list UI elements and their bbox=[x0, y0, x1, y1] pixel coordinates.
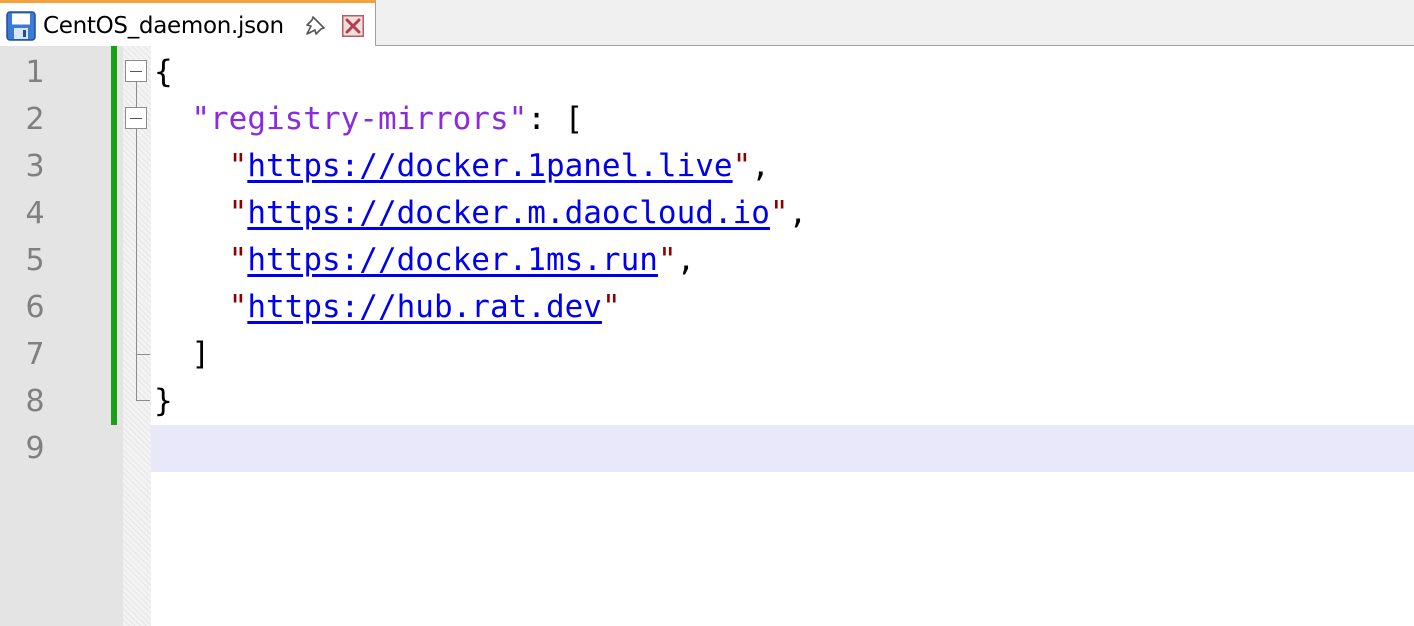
line-number: 1 bbox=[25, 55, 45, 90]
line-number: 8 bbox=[25, 384, 45, 419]
fold-end-marker bbox=[136, 354, 150, 355]
close-icon[interactable] bbox=[342, 15, 364, 37]
url-link[interactable]: https://hub.rat.dev bbox=[247, 289, 602, 325]
fold-margin[interactable] bbox=[123, 46, 151, 626]
code-line-6: "https://hub.rat.dev" bbox=[154, 284, 621, 331]
key-separator: : [ bbox=[527, 101, 584, 137]
current-line-highlight bbox=[151, 425, 1414, 472]
code-area[interactable]: { "registry-mirrors": [ "https://docker.… bbox=[151, 46, 1414, 626]
close-brace: } bbox=[154, 383, 173, 419]
fold-toggle-line-1[interactable] bbox=[125, 60, 147, 82]
fold-end-marker bbox=[136, 400, 150, 401]
quote-mark: " bbox=[769, 195, 789, 231]
code-line-4: "https://docker.m.daocloud.io", bbox=[154, 190, 808, 237]
tab-title: CentOS_daemon.json bbox=[43, 13, 284, 39]
code-line-5: "https://docker.1ms.run", bbox=[154, 237, 696, 284]
quote-mark: " bbox=[601, 289, 621, 325]
json-key: "registry-mirrors" bbox=[191, 101, 528, 137]
quote-mark: " bbox=[228, 148, 248, 184]
quote-mark: " bbox=[228, 242, 248, 278]
save-icon bbox=[6, 11, 36, 41]
quote-mark: " bbox=[657, 242, 677, 278]
line-number-gutter: 1 2 3 4 5 6 7 8 9 bbox=[0, 46, 73, 626]
comma: , bbox=[751, 148, 770, 184]
fold-guide bbox=[136, 129, 137, 354]
change-history-bar bbox=[111, 46, 117, 425]
line-number: 6 bbox=[25, 290, 45, 325]
code-line-3: "https://docker.1panel.live", bbox=[154, 143, 770, 190]
pin-icon[interactable] bbox=[303, 14, 327, 38]
line-number: 4 bbox=[25, 196, 45, 231]
url-link[interactable]: https://docker.1panel.live bbox=[247, 148, 732, 184]
code-line-8: } bbox=[154, 378, 173, 425]
fold-guide bbox=[136, 82, 137, 107]
quote-mark: " bbox=[732, 148, 752, 184]
comma: , bbox=[676, 242, 696, 278]
close-bracket: ] bbox=[191, 336, 210, 372]
code-line-2: "registry-mirrors": [ bbox=[154, 96, 583, 143]
code-line-7: ] bbox=[154, 331, 210, 378]
editor[interactable]: 1 2 3 4 5 6 7 8 9 { "registry-mirrors": … bbox=[0, 46, 1414, 626]
line-number: 2 bbox=[25, 102, 45, 137]
tab-bar: CentOS_daemon.json bbox=[0, 0, 1414, 46]
url-link[interactable]: https://docker.m.daocloud.io bbox=[247, 195, 770, 231]
line-number: 9 bbox=[25, 431, 45, 466]
open-brace: { bbox=[154, 54, 173, 90]
fold-toggle-line-2[interactable] bbox=[125, 107, 147, 129]
comma: , bbox=[788, 195, 808, 231]
line-number: 5 bbox=[25, 243, 45, 278]
line-number: 7 bbox=[25, 337, 45, 372]
fold-guide bbox=[136, 354, 137, 400]
line-number: 3 bbox=[25, 149, 45, 184]
quote-mark: " bbox=[228, 195, 248, 231]
tab-centos-daemon-json[interactable]: CentOS_daemon.json bbox=[0, 0, 376, 46]
code-line-1: { bbox=[154, 49, 173, 96]
url-link[interactable]: https://docker.1ms.run bbox=[247, 242, 658, 278]
quote-mark: " bbox=[228, 289, 248, 325]
